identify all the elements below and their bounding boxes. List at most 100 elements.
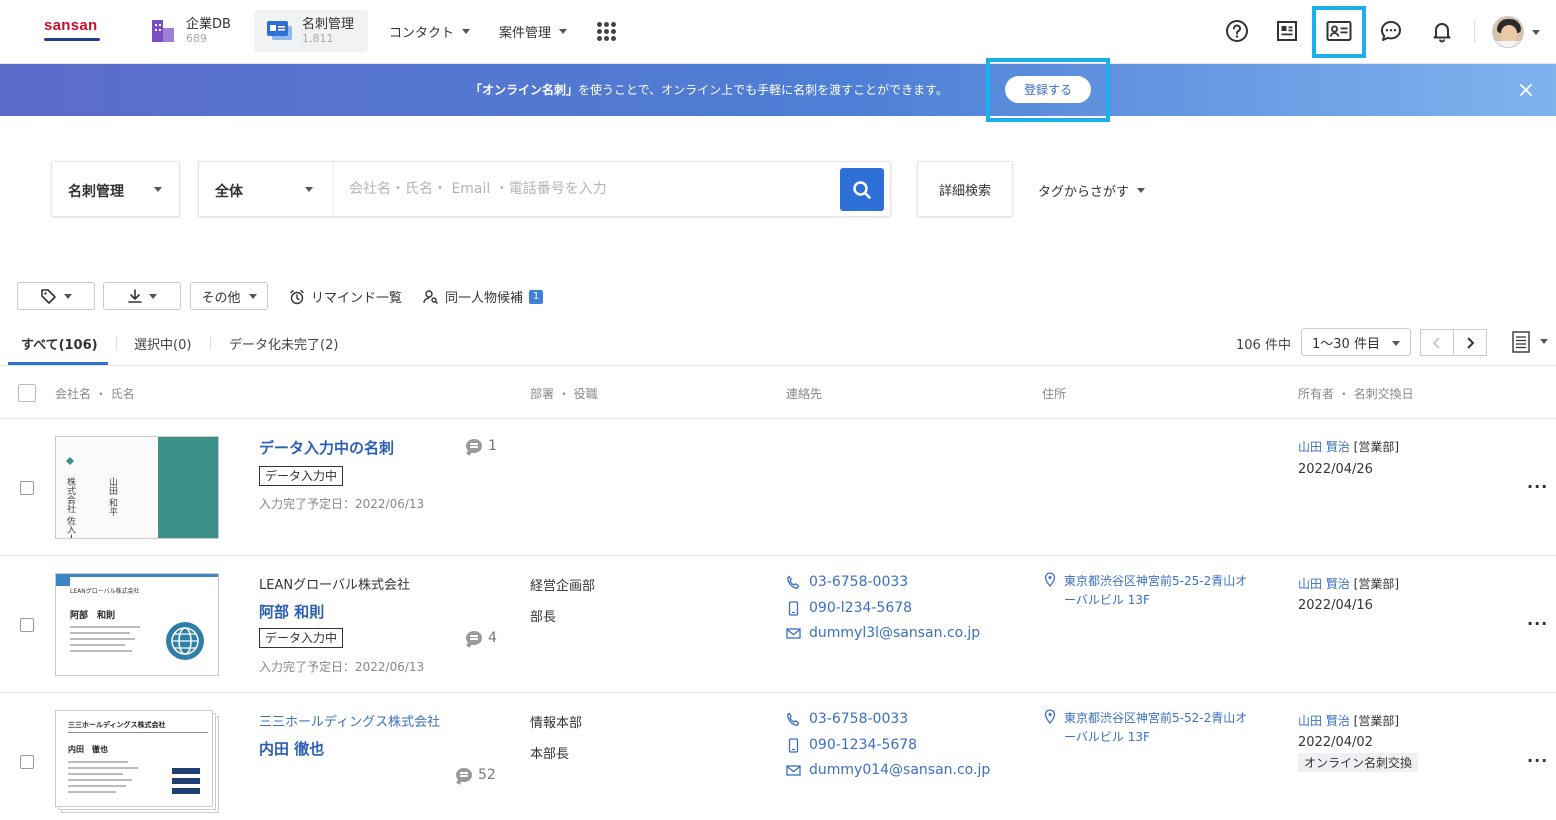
tab-selected[interactable]: 選択中(0)	[134, 334, 191, 353]
chevron-down-icon[interactable]	[1540, 339, 1548, 344]
phone-text: 03-6758-0033	[809, 711, 909, 727]
highlight-frame	[986, 58, 1110, 122]
other-button[interactable]: その他	[190, 282, 268, 310]
phone-text: 03-6758-0033	[809, 574, 909, 590]
tag-search-dropdown[interactable]: タグからさがす	[1038, 181, 1146, 200]
card-person-name[interactable]: 内田 徹也	[259, 738, 324, 759]
news-icon[interactable]	[1274, 18, 1300, 44]
search-icon	[853, 180, 871, 199]
company-name-link[interactable]: 三三ホールディングス株式会社	[259, 711, 440, 730]
search-button[interactable]	[840, 168, 884, 211]
range-select[interactable]: 1〜30 件目	[1301, 328, 1411, 356]
business-card-image[interactable]: 株式会社 佐入人 山田 和平	[55, 436, 219, 539]
row-checkbox[interactable]	[20, 618, 34, 632]
phone-link[interactable]: 03-6758-0033	[786, 574, 908, 590]
duplicate-candidates-link[interactable]: 同一人物候補 1	[423, 287, 544, 306]
app-business-cards[interactable]: 名刺管理 1,811	[254, 10, 368, 52]
mobile-link[interactable]: 090-1234-5678	[786, 737, 917, 753]
owner-text: 山田 賢治 [営業部]	[1298, 438, 1399, 455]
remind-list-link[interactable]: リマインド一覧	[289, 287, 402, 306]
mail-icon	[786, 627, 801, 639]
more-options-icon[interactable]: ···	[1527, 751, 1548, 770]
comment-icon	[466, 631, 482, 645]
comment-number: 4	[488, 630, 497, 646]
logo-text: sansan	[44, 17, 98, 34]
scope-label: 名刺管理	[68, 184, 124, 200]
owner-dept: [営業部]	[1353, 714, 1400, 728]
chevron-right-icon	[1467, 336, 1475, 349]
search-input[interactable]	[333, 162, 838, 216]
chevron-down-icon[interactable]	[305, 187, 313, 192]
chevron-left-icon	[1432, 336, 1440, 349]
app-company-db[interactable]: 企業DB 689	[138, 10, 243, 52]
col-owner-date[interactable]: 所有者 ・ 名刺交換日	[1298, 385, 1414, 402]
more-options-icon[interactable]: ···	[1527, 614, 1548, 633]
close-icon[interactable]	[1518, 82, 1534, 98]
row-checkbox[interactable]	[20, 481, 34, 495]
card-name-text: 阿部 和則	[70, 611, 116, 621]
card-person-name[interactable]: データ入力中の名刺	[259, 437, 394, 458]
tab-incomplete[interactable]: データ化未完了(2)	[229, 334, 338, 353]
app-label: 企業DB	[186, 17, 231, 32]
download-button[interactable]	[103, 282, 181, 310]
business-card-image[interactable]: LEANグローバル株式会社 阿部 和則	[55, 573, 219, 676]
exchange-date: 2022/04/16	[1298, 598, 1373, 613]
owner-name[interactable]: 山田 賢治	[1298, 714, 1350, 728]
sansan-logo[interactable]: sansan	[44, 17, 102, 45]
menu-contact[interactable]: コンタクト	[389, 22, 471, 41]
advanced-search-button[interactable]: 詳細検索	[917, 161, 1013, 217]
owner-name[interactable]: 山田 賢治	[1298, 577, 1350, 591]
col-department-title[interactable]: 部署 ・ 役職	[530, 385, 598, 402]
range-label: 1〜30 件目	[1312, 336, 1380, 352]
department-text: 経営企画部	[530, 579, 596, 594]
owner-name[interactable]: 山田 賢治	[1298, 440, 1350, 454]
chevron-down-icon[interactable]	[1532, 30, 1540, 35]
menu-projects[interactable]: 案件管理	[499, 22, 568, 41]
tab-separator	[116, 336, 117, 350]
phone-icon	[787, 712, 800, 726]
scope-select[interactable]: 名刺管理	[51, 161, 180, 217]
col-company-name[interactable]: 会社名 ・ 氏名	[55, 385, 135, 402]
remind-label: リマインド一覧	[311, 291, 403, 306]
phone-link[interactable]: 03-6758-0033	[786, 711, 908, 727]
job-title-text: 本部長	[530, 747, 570, 762]
app-count: 1,811	[302, 32, 334, 45]
chevron-down-icon	[559, 29, 568, 34]
address-text: 東京都渋谷区神宮前5-52-2青山オーバルビル 13F	[1064, 711, 1248, 744]
row-checkbox[interactable]	[20, 755, 34, 769]
email-link[interactable]: dummy014@sansan.co.jp	[786, 762, 990, 778]
comment-count[interactable]: 4	[466, 630, 497, 646]
filter-label[interactable]: 全体	[215, 181, 243, 201]
next-page-button[interactable]	[1453, 329, 1487, 356]
mobile-link[interactable]: 090-l234-5678	[786, 600, 912, 616]
prev-page-button[interactable]	[1420, 329, 1454, 356]
tag-button[interactable]	[17, 282, 95, 310]
comment-count[interactable]: 52	[456, 767, 496, 783]
email-link[interactable]: dummyl3l@sansan.co.jp	[786, 625, 980, 641]
bell-icon[interactable]	[1429, 18, 1455, 44]
card-person-name[interactable]: 阿部 和則	[259, 601, 324, 622]
business-card-image[interactable]: 三三ホールディングス株式会社 内田 徹也	[55, 710, 213, 807]
duplicate-count-badge: 1	[529, 289, 544, 304]
more-options-icon[interactable]: ···	[1527, 477, 1548, 496]
app-grid-icon[interactable]	[597, 22, 616, 41]
tag-search-label: タグからさがす	[1038, 185, 1130, 200]
job-title-text: 部長	[530, 610, 557, 625]
comment-icon	[466, 439, 482, 453]
help-icon[interactable]	[1224, 18, 1250, 44]
list-view-icon[interactable]	[1512, 331, 1530, 357]
tab-all[interactable]: すべて(106)	[21, 334, 98, 353]
user-avatar[interactable]	[1492, 16, 1524, 48]
phone-icon	[787, 575, 800, 589]
due-date-text: 入力完了予定日：2022/06/13	[259, 660, 425, 674]
address-link[interactable]: 東京都渋谷区神宮前5-25-2青山オーバルビル 13F	[1044, 572, 1259, 610]
comment-count[interactable]: 1	[466, 438, 497, 454]
app-count: 689	[186, 32, 207, 45]
address-link[interactable]: 東京都渋谷区神宮前5-52-2青山オーバルビル 13F	[1044, 709, 1259, 747]
online-card-banner: 「オンライン名刺」を使うことで、オンライン上でも手軽に名刺を渡すことができます。	[0, 64, 1556, 116]
col-address: 住所	[1042, 387, 1067, 401]
tab-separator	[210, 336, 211, 350]
chat-icon[interactable]	[1378, 18, 1404, 44]
select-all-checkbox[interactable]	[18, 384, 36, 402]
logo-underline	[44, 38, 100, 41]
